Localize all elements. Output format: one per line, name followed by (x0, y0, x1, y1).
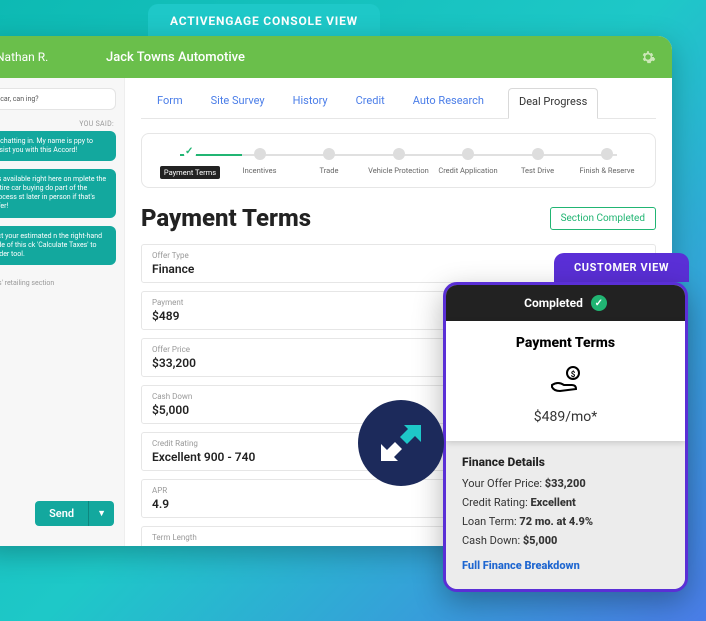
step-test-drive[interactable]: Test Drive (506, 148, 570, 179)
tab-deal-progress[interactable]: Deal Progress (508, 88, 598, 119)
section-title: Payment Terms (141, 204, 311, 232)
console-header: Nathan R. Jack Towns Automotive (0, 36, 672, 78)
finance-line-cash: Cash Down: $5,000 (462, 534, 669, 547)
tab-auto-research[interactable]: Auto Research (409, 88, 488, 118)
section-completed-badge: Section Completed (550, 207, 656, 230)
gear-icon[interactable] (640, 49, 656, 65)
step-incentives[interactable]: Incentives (228, 148, 292, 179)
header-org: Jack Towns Automotive (106, 50, 640, 65)
finance-details-heading: Finance Details (462, 455, 669, 469)
money-hand-icon: $ (548, 365, 584, 395)
tab-site-survey[interactable]: Site Survey (207, 88, 269, 118)
tab-history[interactable]: History (289, 88, 332, 118)
step-trade[interactable]: Trade (297, 148, 361, 179)
send-dropdown-caret[interactable]: ▼ (88, 501, 114, 526)
completed-bar: Completed ✓ (446, 285, 685, 321)
chat-incoming-bubble: this car, can ing? (0, 88, 116, 110)
chat-outgoing-bubble: lect your estimated n the right-hand sid… (0, 226, 116, 265)
step-credit-application[interactable]: Credit Application (436, 148, 500, 179)
svg-text:$: $ (570, 370, 575, 379)
chat-column: this car, can ing? YOU SAID: or chatting… (0, 78, 125, 546)
step-payment-terms[interactable]: Payment Terms (158, 148, 222, 179)
finance-line-term: Loan Term: 72 mo. at 4.9% (462, 515, 669, 528)
tab-form[interactable]: Form (153, 88, 187, 118)
customer-card: Completed ✓ Payment Terms $ $489/mo* Fin… (443, 282, 688, 592)
finance-line-price: Your Offer Price: $33,200 (462, 477, 669, 490)
chat-hint: Terms' retailing section (0, 279, 116, 287)
customer-amount: $489/mo* (446, 409, 685, 425)
completed-label: Completed (524, 296, 583, 310)
you-said-label: YOU SAID: (0, 120, 114, 128)
full-breakdown-link[interactable]: Full Finance Breakdown (462, 559, 580, 572)
progress-stepper: Payment Terms Incentives Trade Vehicle P… (141, 133, 656, 188)
chat-outgoing-bubble: ols available right here on mplete the e… (0, 169, 116, 217)
step-vehicle-protection[interactable]: Vehicle Protection (367, 148, 431, 179)
customer-section-title: Payment Terms (446, 335, 685, 351)
customer-view-tab: CUSTOMER VIEW (554, 253, 689, 282)
console-view-tab: ACTIVENGAGE CONSOLE VIEW (148, 4, 380, 38)
send-button[interactable]: Send (35, 501, 88, 526)
tab-credit[interactable]: Credit (352, 88, 389, 118)
tab-bar: Form Site Survey History Credit Auto Res… (141, 78, 656, 119)
step-finish-reserve[interactable]: Finish & Reserve (575, 148, 639, 179)
swap-arrows-icon (358, 400, 444, 486)
header-user: Nathan R. (0, 50, 106, 64)
check-icon: ✓ (591, 295, 607, 311)
finance-line-credit: Credit Rating: Excellent (462, 496, 669, 509)
chat-outgoing-bubble: or chatting in. My name is ppy to assist… (0, 131, 116, 161)
